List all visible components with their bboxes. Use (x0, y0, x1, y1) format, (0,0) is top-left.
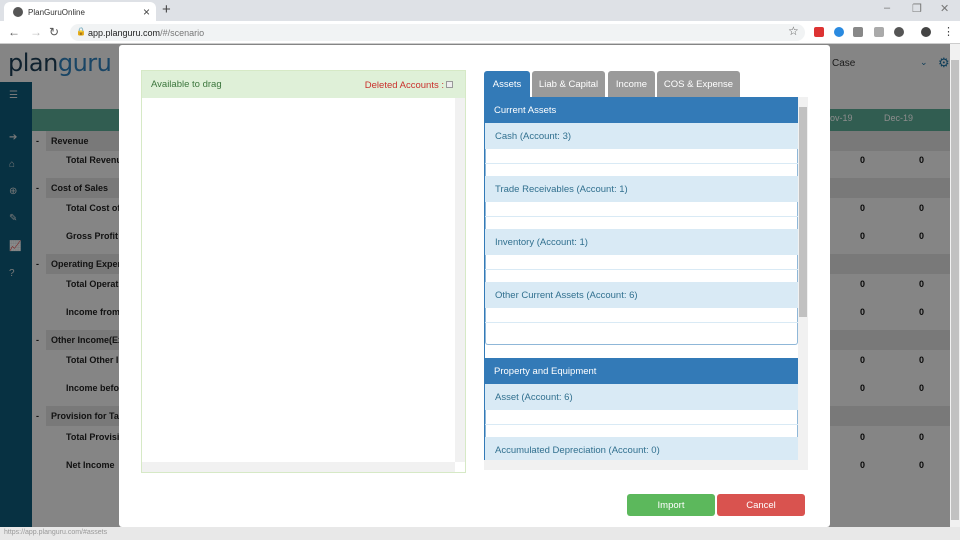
page-scrollbar[interactable] (950, 44, 960, 527)
tab-cos-expense[interactable]: COS & Expense (657, 71, 740, 97)
available-panel-header: Available to drag Deleted Accounts : (142, 71, 465, 98)
account-groups-panel: Current Assets Cash (Account: 3) Trade Rec… (484, 97, 798, 460)
account-group-item[interactable]: Accumulated Depreciation (Account: 0) (485, 437, 798, 460)
horizontal-scrollbar[interactable] (484, 460, 808, 470)
forward-icon[interactable]: → (30, 25, 42, 39)
status-bar-url: https://app.planguru.com/#assets (0, 527, 960, 540)
vertical-scrollbar[interactable] (455, 98, 465, 462)
account-group-item[interactable]: Cash (Account: 3) (485, 123, 798, 149)
url-input[interactable]: app.planguru.com/#/scenario (70, 24, 805, 41)
back-icon[interactable]: ← (8, 25, 20, 39)
tab-liab-capital[interactable]: Liab & Capital (532, 71, 605, 97)
account-group-item[interactable]: Inventory (Account: 1) (485, 229, 798, 255)
extension-icon[interactable] (853, 27, 863, 37)
browser-tab-bar: PlanGuruOnline × + – ❐ ✕ (0, 0, 960, 21)
account-group-item[interactable]: Trade Receivables (Account: 1) (485, 176, 798, 202)
lock-icon: 🔒 (76, 27, 86, 36)
globe-icon (13, 7, 23, 17)
vertical-scrollbar[interactable] (798, 97, 808, 460)
deleted-accounts-checkbox[interactable] (446, 81, 453, 88)
close-tab-icon[interactable]: × (143, 5, 150, 19)
url-host: app.planguru.com (88, 28, 161, 38)
deleted-accounts-toggle[interactable]: Deleted Accounts : (365, 80, 453, 91)
restore-button[interactable]: ❐ (912, 2, 922, 15)
new-tab-button[interactable]: + (162, 1, 171, 18)
account-group-item[interactable]: Other Current Assets (Account: 6) (485, 282, 798, 308)
star-icon[interactable]: ☆ (788, 24, 799, 38)
deleted-accounts-label: Deleted Accounts : (364, 80, 444, 91)
import-button[interactable]: Import (627, 494, 715, 516)
available-title: Available to drag (151, 79, 222, 90)
browser-tab[interactable]: PlanGuruOnline × (4, 2, 156, 21)
menu-icon[interactable]: ⋮ (943, 25, 954, 38)
profile-icon[interactable] (921, 27, 931, 37)
available-panel: Available to drag Deleted Accounts : (141, 70, 466, 473)
group-header: Current Assets (485, 97, 798, 123)
extension-icon[interactable] (814, 27, 824, 37)
minimize-button[interactable]: – (884, 2, 890, 14)
tab-income[interactable]: Income (608, 71, 655, 97)
close-window-button[interactable]: ✕ (940, 2, 949, 15)
extension-icon[interactable] (834, 27, 844, 37)
extension-icon[interactable] (894, 27, 904, 37)
cancel-button[interactable]: Cancel (717, 494, 805, 516)
extension-icon[interactable] (874, 27, 884, 37)
url-path: /#/scenario (160, 28, 205, 38)
group-header: Property and Equipment (485, 358, 798, 384)
account-group-item[interactable]: Asset (Account: 6) (485, 384, 798, 410)
tab-assets[interactable]: Assets (484, 71, 530, 97)
tab-title: PlanGuruOnline (28, 8, 85, 17)
reload-icon[interactable]: ↻ (49, 25, 59, 39)
horizontal-scrollbar[interactable] (142, 462, 455, 472)
